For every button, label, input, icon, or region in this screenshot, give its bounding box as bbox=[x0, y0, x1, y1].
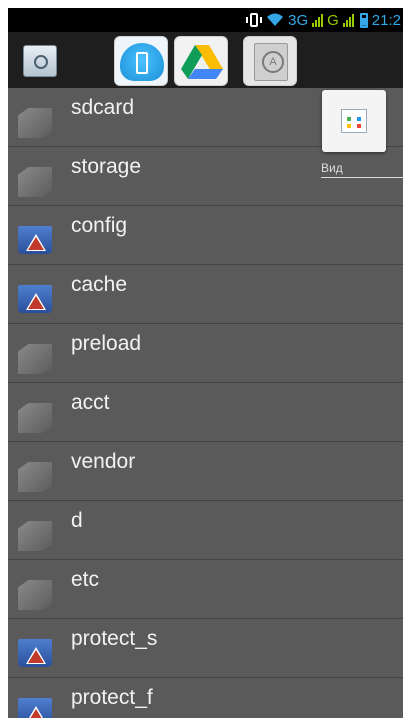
list-item[interactable]: d bbox=[8, 501, 403, 560]
file-name: cache bbox=[71, 273, 128, 296]
folder-icon bbox=[18, 580, 52, 610]
list-item[interactable]: vendor bbox=[8, 442, 403, 501]
app-store-icon bbox=[254, 43, 288, 81]
status-bar: 3G G 21:2 bbox=[8, 8, 403, 32]
list-item[interactable]: protect_s bbox=[8, 619, 403, 678]
restricted-folder-icon bbox=[18, 226, 52, 256]
google-drive-icon bbox=[181, 45, 223, 79]
file-name: protect_f bbox=[71, 686, 153, 709]
restricted-folder-icon bbox=[18, 285, 52, 315]
settings-icon[interactable] bbox=[23, 45, 57, 77]
top-strip bbox=[0, 0, 403, 8]
list-item[interactable]: protect_f bbox=[8, 678, 403, 718]
tab-device[interactable] bbox=[114, 36, 168, 86]
tab-google-drive[interactable] bbox=[174, 36, 228, 86]
folder-icon bbox=[18, 462, 52, 492]
view-label: Вид bbox=[321, 161, 403, 178]
folder-icon bbox=[18, 167, 52, 197]
file-name: acct bbox=[71, 391, 110, 414]
file-name: d bbox=[71, 509, 83, 532]
signal-icon bbox=[312, 13, 324, 27]
list-item[interactable]: acct bbox=[8, 383, 403, 442]
signal-icon-2 bbox=[342, 13, 354, 27]
file-name: vendor bbox=[71, 450, 136, 473]
file-name: preload bbox=[71, 332, 142, 355]
wifi-icon bbox=[266, 13, 284, 27]
list-item[interactable]: config bbox=[8, 206, 403, 265]
list-item[interactable]: etc bbox=[8, 560, 403, 619]
file-name: protect_s bbox=[71, 627, 158, 650]
folder-icon bbox=[18, 344, 52, 374]
mobile-data-label: G bbox=[327, 11, 339, 29]
clock: 21:2 bbox=[371, 11, 401, 29]
list-item[interactable]: preload bbox=[8, 324, 403, 383]
list-item[interactable]: cache bbox=[8, 265, 403, 324]
grid-view-icon bbox=[341, 109, 367, 133]
folder-icon bbox=[18, 403, 52, 433]
file-name: etc bbox=[71, 568, 100, 591]
vibrate-icon bbox=[246, 12, 263, 28]
folder-icon bbox=[18, 108, 52, 138]
folder-icon bbox=[18, 521, 52, 551]
network-type-label: 3G bbox=[288, 11, 309, 29]
file-list: sdcard storage config cache preload acct… bbox=[8, 88, 403, 718]
restricted-folder-icon bbox=[18, 639, 52, 669]
view-mode-button[interactable] bbox=[322, 90, 386, 152]
phone-icon bbox=[136, 52, 148, 74]
battery-icon bbox=[359, 12, 368, 28]
file-name: sdcard bbox=[71, 96, 135, 119]
file-name: config bbox=[71, 214, 128, 237]
restricted-folder-icon bbox=[18, 698, 52, 718]
tab-app-store[interactable] bbox=[243, 36, 297, 86]
toolbar bbox=[8, 32, 403, 90]
file-name: storage bbox=[71, 155, 142, 178]
